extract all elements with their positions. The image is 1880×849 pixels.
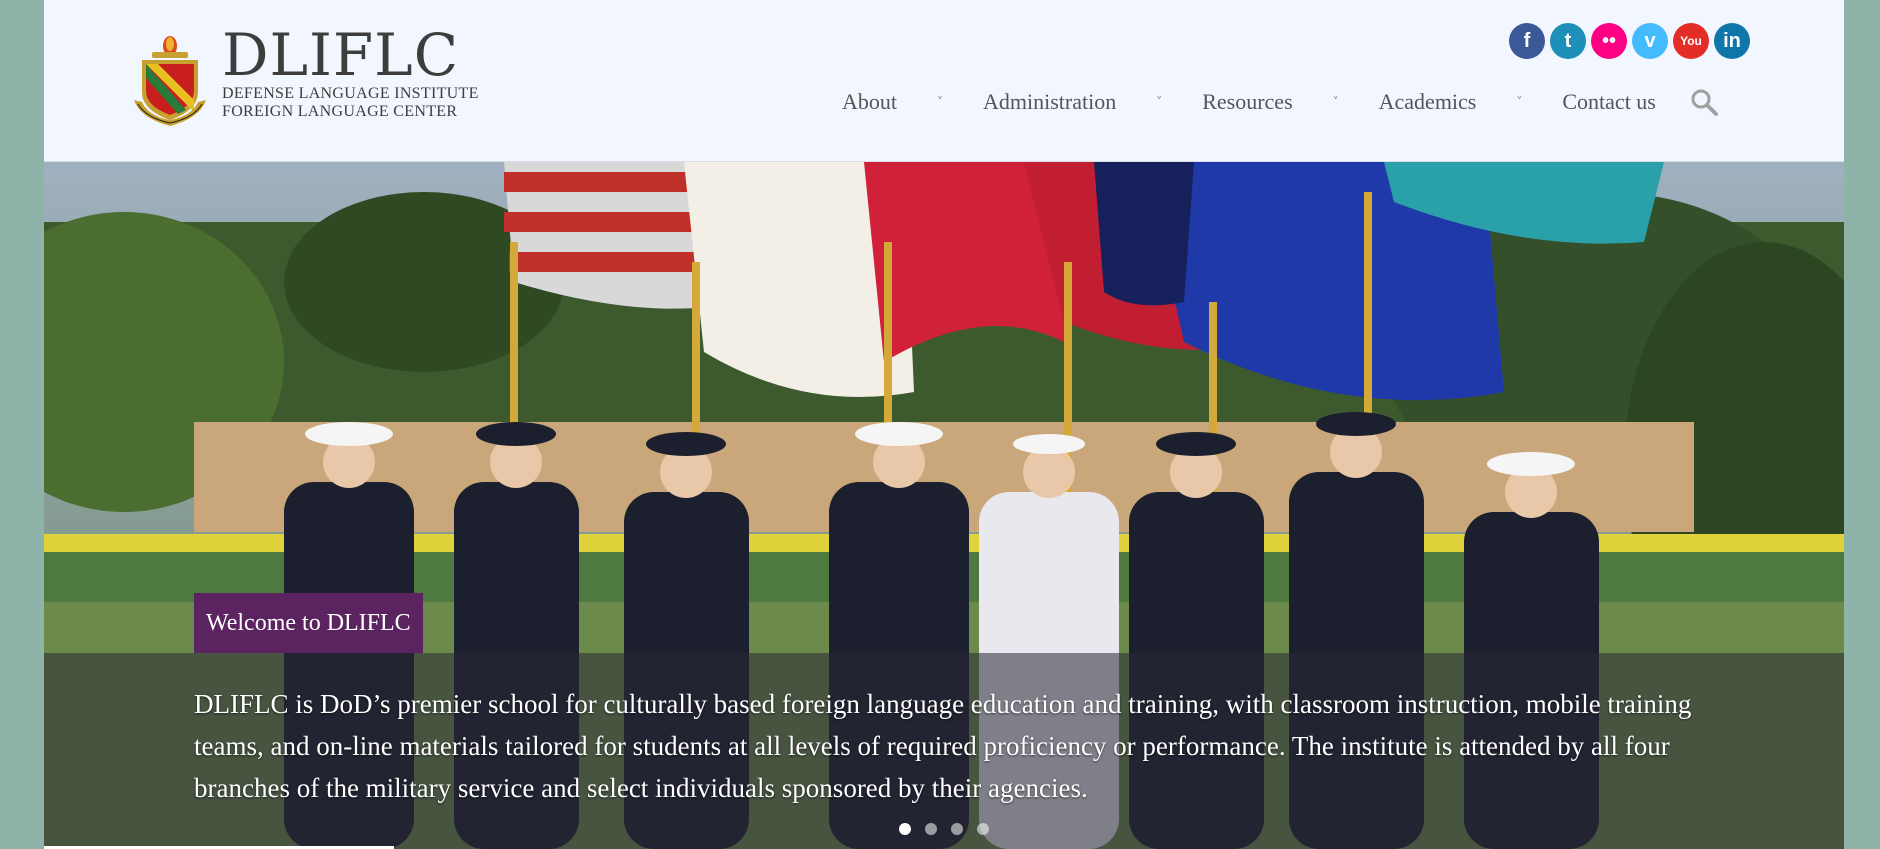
nav-item-label: About	[842, 89, 897, 114]
logo-title: DLIFLC	[222, 21, 460, 89]
social-links: f t •• v You in	[1509, 23, 1750, 59]
nav-item-label: Resources	[1202, 89, 1293, 114]
slider-dot[interactable]	[951, 823, 963, 835]
dliflc-crest-icon	[134, 36, 206, 126]
chevron-down-icon[interactable]: ˅	[1156, 95, 1162, 109]
search-icon[interactable]	[1690, 88, 1718, 116]
nav-item-administration[interactable]: Administration ˅	[983, 86, 1202, 118]
vimeo-icon[interactable]: v	[1632, 23, 1668, 59]
hero-description: DLIFLC is DoD’s premier school for cultu…	[194, 689, 1692, 803]
nav-item-label: Contact us	[1562, 89, 1656, 114]
youtube-icon[interactable]: You	[1673, 23, 1709, 59]
chevron-down-icon[interactable]: ˅	[1333, 95, 1339, 109]
hero-slider: Welcome to DLIFLC DLIFLC is DoD’s premie…	[44, 162, 1844, 849]
nav-item-about[interactable]: About ˅	[842, 86, 983, 118]
linkedin-icon[interactable]: in	[1714, 23, 1750, 59]
logo-text: DLIFLC DEFENSE LANGUAGE INSTITUTE FOREIG…	[222, 26, 479, 120]
twitter-icon[interactable]: t	[1550, 23, 1586, 59]
welcome-badge: Welcome to DLIFLC	[194, 593, 423, 653]
slider-pagination	[899, 823, 989, 835]
slider-dot[interactable]	[899, 823, 911, 835]
nav-item-label: Academics	[1378, 89, 1477, 114]
slider-dot[interactable]	[977, 823, 989, 835]
nav-item-label: Administration	[983, 89, 1117, 114]
flickr-icon[interactable]: ••	[1591, 23, 1627, 59]
nav-item-resources[interactable]: Resources ˅	[1202, 86, 1378, 118]
logo-subtitle-line1: DEFENSE LANGUAGE INSTITUTE	[222, 85, 479, 102]
main-nav: About ˅ Administration ˅ Resources ˅ Aca…	[842, 86, 1718, 118]
chevron-down-icon[interactable]: ˅	[1516, 95, 1522, 109]
site-logo[interactable]: DLIFLC DEFENSE LANGUAGE INSTITUTE FOREIG…	[132, 22, 479, 126]
nav-item-academics[interactable]: Academics ˅	[1379, 86, 1563, 118]
facebook-icon[interactable]: f	[1509, 23, 1545, 59]
chevron-down-icon[interactable]: ˅	[937, 95, 943, 109]
slider-dot[interactable]	[925, 823, 937, 835]
page: DLIFLC DEFENSE LANGUAGE INSTITUTE FOREIG…	[44, 0, 1844, 849]
logo-subtitle-line2: FOREIGN LANGUAGE CENTER	[222, 103, 458, 120]
nav-item-contact-us[interactable]: Contact us	[1562, 86, 1656, 118]
site-header: DLIFLC DEFENSE LANGUAGE INSTITUTE FOREIG…	[44, 0, 1844, 162]
